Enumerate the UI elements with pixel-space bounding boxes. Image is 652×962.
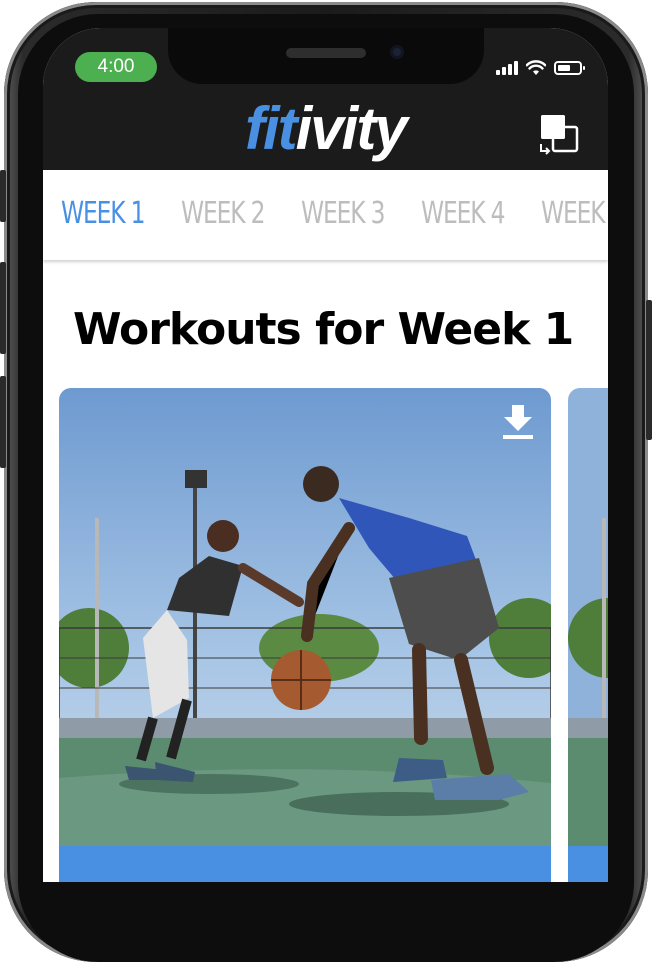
- tab-week-1[interactable]: WEEK 1: [61, 196, 146, 231]
- signal-icon: [496, 61, 518, 75]
- workout-card-footer[interactable]: [59, 846, 551, 882]
- logo-part1: fit: [245, 95, 298, 162]
- workout-card[interactable]: [59, 388, 551, 882]
- volume-down-button: [0, 376, 6, 468]
- next-workout-card-image: [568, 388, 608, 882]
- phone-notch: [168, 28, 484, 84]
- status-time: 4:00: [75, 52, 157, 82]
- app-logo: fitivity: [245, 95, 408, 162]
- cast-icon[interactable]: [535, 112, 581, 158]
- battery-icon: [554, 61, 585, 75]
- wifi-icon: [526, 60, 546, 75]
- mute-switch: [0, 170, 6, 222]
- tab-week-5[interactable]: WEEK: [541, 196, 606, 231]
- tab-week-4[interactable]: WEEK 4: [421, 196, 506, 231]
- download-icon[interactable]: [501, 402, 535, 442]
- speaker-grille: [286, 48, 366, 58]
- app-screen: 4:00 fitivity WEEK 1 WEEK 2 WEEK 3 WEEK …: [43, 28, 608, 882]
- tab-week-3[interactable]: WEEK 3: [301, 196, 386, 231]
- next-workout-card[interactable]: [568, 388, 608, 882]
- volume-up-button: [0, 262, 6, 354]
- page-title: Workouts for Week 1: [73, 304, 574, 355]
- status-icons: [496, 58, 585, 78]
- workout-card-image: [59, 388, 551, 882]
- tab-week-2[interactable]: WEEK 2: [181, 196, 266, 231]
- logo-part2: ivity: [295, 95, 408, 162]
- front-camera: [390, 45, 404, 59]
- power-button: [646, 300, 652, 440]
- app-header: 4:00 fitivity: [43, 28, 608, 170]
- week-tabs: WEEK 1 WEEK 2 WEEK 3 WEEK 4 WEEK: [43, 170, 608, 260]
